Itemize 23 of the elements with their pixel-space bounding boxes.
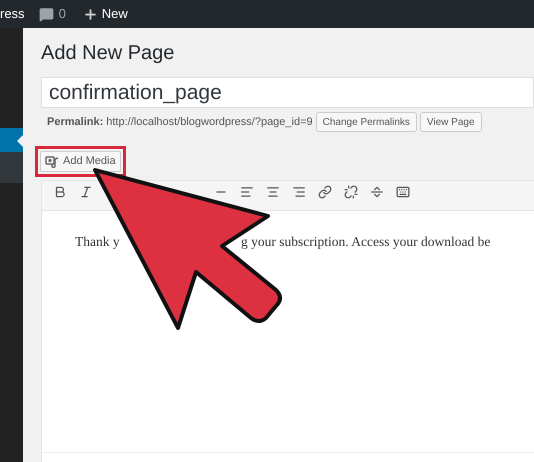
media-icon [45,155,59,168]
permalink-button[interactable]: View Page [420,112,482,132]
page-heading: Add New Page [41,41,176,65]
permalink-url[interactable]: http://localhost/blogwordpress/?page_id=9 [106,114,313,130]
plus-icon[interactable] [82,6,98,22]
permalink-button[interactable]: Change Permalinks [316,112,417,132]
sidebar-menu-item[interactable] [0,128,23,152]
link-icon[interactable] [317,184,333,198]
align-right-icon[interactable] [291,184,307,198]
new-link[interactable]: New [102,4,128,24]
add-media-button[interactable]: Add Media [40,151,121,172]
toolbar-toggle-icon[interactable] [395,184,411,198]
editor-text: Thank y [75,233,120,251]
read-more-icon[interactable] [369,184,385,198]
comment-count: 0 [58,5,66,24]
unlink-icon[interactable] [343,184,359,198]
title-field[interactable]: confirmation_page [41,77,534,108]
permalink-label: Permalink: [47,114,104,130]
site-name[interactable]: ress [0,4,25,24]
align-center-icon[interactable] [265,184,281,198]
align-left-icon[interactable] [239,184,255,198]
editor-text: g your subscription. Access your download be [241,233,490,251]
comment-icon[interactable] [38,6,54,22]
